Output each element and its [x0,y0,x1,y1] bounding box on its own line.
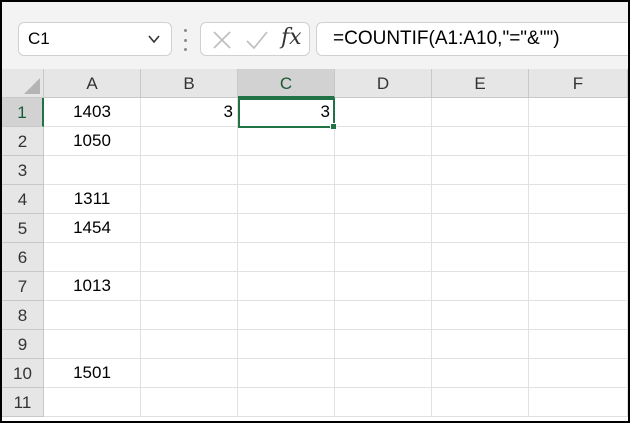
row-header-3[interactable]: 3 [2,156,44,185]
row-header-11[interactable]: 11 [2,388,44,417]
formula-buttons: fx [200,22,310,56]
cell-a7[interactable]: 1013 [44,272,141,301]
chevron-down-icon[interactable] [147,32,161,46]
cell-a3[interactable] [44,156,141,185]
worksheet-grid: A B C D E F 1 1403 3 3 2 1050 3 4 1311 5 1454 6 7 1013 8 9 10 1… [2,69,628,421]
cell-e4[interactable] [432,185,529,214]
cell-e5[interactable] [432,214,529,243]
cell-d1[interactable] [335,98,432,127]
cell-f1[interactable] [529,98,628,127]
cell-b10[interactable] [141,359,238,388]
cell-d11[interactable] [335,388,432,417]
cell-a4[interactable]: 1311 [44,185,141,214]
formula-bar: C1 fx =COUNTIF(A1:A10,"="&"") [2,2,628,66]
cell-c10[interactable] [238,359,335,388]
cell-b9[interactable] [141,330,238,359]
cell-c9[interactable] [238,330,335,359]
cell-f4[interactable] [529,185,628,214]
row-header-9[interactable]: 9 [2,330,44,359]
cell-c11[interactable] [238,388,335,417]
cell-a1[interactable]: 1403 [44,98,141,127]
cell-f3[interactable] [529,156,628,185]
select-all-button[interactable] [2,69,44,98]
cell-e7[interactable] [432,272,529,301]
cell-f6[interactable] [529,243,628,272]
cell-e8[interactable] [432,301,529,330]
cell-a9[interactable] [44,330,141,359]
cell-d6[interactable] [335,243,432,272]
cell-c4[interactable] [238,185,335,214]
column-header-b[interactable]: B [141,69,238,98]
cell-d2[interactable] [335,127,432,156]
cell-b11[interactable] [141,388,238,417]
cell-b5[interactable] [141,214,238,243]
row-header-8[interactable]: 8 [2,301,44,330]
row-header-1[interactable]: 1 [2,98,44,127]
cell-c7[interactable] [238,272,335,301]
cell-d4[interactable] [335,185,432,214]
cancel-x-icon[interactable] [211,29,233,51]
cell-e11[interactable] [432,388,529,417]
cell-f7[interactable] [529,272,628,301]
select-all-triangle-icon [24,78,40,94]
cell-d5[interactable] [335,214,432,243]
name-box[interactable]: C1 [18,22,172,56]
cell-b4[interactable] [141,185,238,214]
cell-e6[interactable] [432,243,529,272]
cell-d10[interactable] [335,359,432,388]
cell-b8[interactable] [141,301,238,330]
cell-b7[interactable] [141,272,238,301]
cell-c1[interactable]: 3 [238,98,335,127]
cell-f8[interactable] [529,301,628,330]
cell-f11[interactable] [529,388,628,417]
column-header-a[interactable]: A [44,69,141,98]
cell-a6[interactable] [44,243,141,272]
cell-b3[interactable] [141,156,238,185]
cell-d9[interactable] [335,330,432,359]
row-header-5[interactable]: 5 [2,214,44,243]
drag-handle-icon[interactable] [182,29,188,51]
column-header-e[interactable]: E [432,69,529,98]
cell-a2[interactable]: 1050 [44,127,141,156]
cell-d7[interactable] [335,272,432,301]
cell-e10[interactable] [432,359,529,388]
cell-a11[interactable] [44,388,141,417]
column-header-f[interactable]: F [529,69,628,98]
enter-check-icon[interactable] [245,29,269,51]
row-header-6[interactable]: 6 [2,243,44,272]
cell-c6[interactable] [238,243,335,272]
insert-function-button[interactable]: fx [281,25,302,50]
cell-d8[interactable] [335,301,432,330]
column-header-d[interactable]: D [335,69,432,98]
row-header-7[interactable]: 7 [2,272,44,301]
column-header-c[interactable]: C [238,69,335,98]
cell-c8[interactable] [238,301,335,330]
row-header-10[interactable]: 10 [2,359,44,388]
cell-f10[interactable] [529,359,628,388]
cell-c3[interactable] [238,156,335,185]
cell-a8[interactable] [44,301,141,330]
cell-e1[interactable] [432,98,529,127]
cell-f9[interactable] [529,330,628,359]
cell-e2[interactable] [432,127,529,156]
cell-f5[interactable] [529,214,628,243]
cell-e3[interactable] [432,156,529,185]
cell-c2[interactable] [238,127,335,156]
cell-a5[interactable]: 1454 [44,214,141,243]
cell-e9[interactable] [432,330,529,359]
row-header-4[interactable]: 4 [2,185,44,214]
cell-b1[interactable]: 3 [141,98,238,127]
spreadsheet-window: C1 fx =COUNTIF(A1:A10,"="&"") A B C D E F 1 140… [2,2,628,421]
row-header-2[interactable]: 2 [2,127,44,156]
cell-a10[interactable]: 1501 [44,359,141,388]
cell-b2[interactable] [141,127,238,156]
name-box-value: C1 [28,29,50,48]
cell-f2[interactable] [529,127,628,156]
cell-d3[interactable] [335,156,432,185]
formula-input[interactable]: =COUNTIF(A1:A10,"="&"") [316,22,628,56]
cell-c5[interactable] [238,214,335,243]
fill-handle[interactable] [330,123,337,130]
cell-b6[interactable] [141,243,238,272]
